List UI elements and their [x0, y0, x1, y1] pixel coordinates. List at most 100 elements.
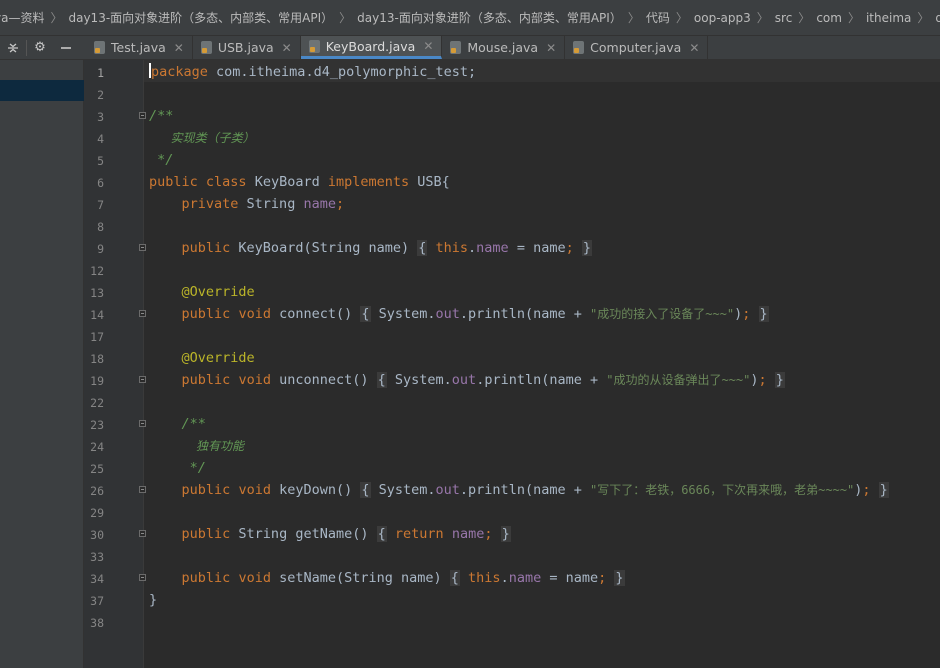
fold-marker-icon[interactable]	[139, 574, 146, 581]
code-token: ;	[484, 526, 493, 542]
code-token: {	[376, 372, 387, 388]
java-file-icon	[94, 41, 105, 54]
line-number: 17	[90, 330, 104, 344]
gear-icon[interactable]: ⚙	[27, 36, 53, 59]
tab-keyboard-java[interactable]: KeyBoard.java ✕	[300, 36, 443, 59]
code-token: {	[449, 570, 460, 586]
chevron-right-icon: 〉	[756, 11, 769, 25]
code-token: return	[394, 526, 444, 542]
code-token: public	[181, 306, 231, 322]
line-number: 2	[97, 88, 104, 102]
code-token: .	[468, 240, 477, 256]
fold-marker-icon[interactable]	[139, 244, 146, 251]
close-icon[interactable]: ✕	[423, 39, 433, 53]
breadcrumb-item[interactable]: src	[769, 11, 793, 25]
code-line[interactable]: public KeyBoard(String name) { this.name…	[149, 237, 593, 259]
code-token: KeyBoard(String name)	[230, 240, 418, 256]
code-line[interactable]: }	[149, 589, 157, 611]
code-token: )	[734, 306, 743, 322]
minimize-icon[interactable]	[53, 36, 79, 59]
fold-marker-icon[interactable]	[139, 530, 146, 537]
fold-marker-icon[interactable]	[139, 486, 146, 493]
breadcrumb-item[interactable]: d4_polymor	[929, 11, 940, 25]
code-token: String getName()	[230, 526, 377, 542]
code-token: /**	[181, 416, 206, 432]
code-line[interactable]: 实现类（子类）	[149, 127, 255, 149]
code-line[interactable]: 独有功能	[149, 435, 244, 457]
breadcrumb-item[interactable]: itheima	[860, 11, 911, 25]
code-token: {	[360, 306, 371, 322]
breadcrumb-item[interactable]: com	[810, 11, 842, 25]
tab-mouse-java[interactable]: Mouse.java ✕	[442, 36, 566, 59]
code-token: {	[360, 482, 371, 498]
code-line[interactable]: public void keyDown() { System.out.print…	[149, 479, 889, 501]
project-panel[interactable]	[0, 60, 84, 668]
chevron-right-icon: 〉	[675, 11, 688, 25]
code-token: name	[508, 570, 542, 586]
line-number: 38	[90, 616, 104, 630]
java-file-icon	[450, 41, 462, 54]
code-token: void	[238, 372, 271, 388]
project-toolbar: ⚙	[0, 36, 84, 59]
fold-marker-icon[interactable]	[139, 112, 146, 119]
code-line[interactable]: private String name;	[149, 193, 345, 215]
tab-test-java[interactable]: Test.java ✕	[86, 36, 193, 59]
code-token: name	[476, 240, 509, 256]
code-line[interactable]: public void connect() { System.out.print…	[149, 303, 769, 325]
line-number: 22	[90, 396, 104, 410]
breadcrumb-item[interactable]: day13-面向对象进阶（多态、内部类、常用API）	[351, 9, 622, 26]
code-line[interactable]: public class KeyBoard implements USB{	[149, 171, 450, 193]
code-line[interactable]: @Override	[149, 281, 255, 303]
code-token: this	[435, 240, 469, 256]
code-line[interactable]: public void unconnect() { System.out.pri…	[149, 369, 785, 391]
code-token: 实现类（子类）	[149, 131, 255, 145]
tab-computer-java[interactable]: Computer.java ✕	[565, 36, 709, 59]
line-number: 37	[90, 594, 104, 608]
selected-tree-item[interactable]	[0, 80, 84, 101]
line-number: 5	[97, 154, 104, 168]
code-line[interactable]: public String getName() { return name; }	[149, 523, 511, 545]
breadcrumb-item[interactable]: 代码	[640, 9, 670, 26]
code-line[interactable]: /**	[149, 413, 206, 435]
code-token: com.itheima.d4_polymorphic_test;	[207, 64, 477, 80]
fold-marker-icon[interactable]	[139, 310, 146, 317]
chevron-right-icon: 〉	[339, 11, 352, 25]
code-line[interactable]: /**	[149, 105, 173, 127]
close-icon[interactable]: ✕	[174, 41, 184, 55]
code-token: )	[750, 372, 759, 388]
breadcrumb-item[interactable]: va—资料	[0, 9, 44, 26]
chevron-right-icon: 〉	[917, 11, 930, 25]
code-line[interactable]: package com.itheima.d4_polymorphic_test;	[149, 61, 476, 83]
collapse-all-icon[interactable]	[0, 36, 26, 59]
tab-usb-java[interactable]: USB.java ✕	[193, 36, 301, 59]
code-token: public	[181, 570, 231, 586]
code-token: out	[435, 482, 460, 498]
close-icon[interactable]: ✕	[546, 41, 556, 55]
java-file-icon	[308, 39, 320, 53]
code-line[interactable]: public void setName(String name) { this.…	[149, 567, 625, 589]
line-number: 12	[90, 264, 104, 278]
code-token: name	[303, 196, 336, 212]
line-number: 19	[90, 374, 104, 388]
breadcrumb-item[interactable]: oop-app3	[688, 11, 751, 25]
breadcrumb-item[interactable]: day13-面向对象进阶（多态、内部类、常用API）	[62, 9, 333, 26]
java-file-icon	[573, 41, 585, 54]
code-line[interactable]: */	[149, 457, 206, 479]
code-line[interactable]: */	[149, 149, 173, 171]
code-token: @Override	[181, 350, 255, 366]
code-token: .	[500, 570, 509, 586]
line-number: 23	[90, 418, 104, 432]
fold-marker-icon[interactable]	[139, 420, 146, 427]
fold-marker-icon[interactable]	[139, 376, 146, 383]
code-token: System.	[370, 482, 436, 498]
line-number: 13	[90, 286, 104, 300]
close-icon[interactable]: ✕	[282, 41, 292, 55]
code-token: out	[451, 372, 477, 388]
code-token: public	[149, 174, 198, 190]
code-token: .println(name +	[459, 482, 590, 498]
close-icon[interactable]: ✕	[689, 41, 699, 55]
code-line[interactable]: @Override	[149, 347, 255, 369]
code-token: public	[181, 372, 231, 388]
code-token: void	[238, 306, 271, 322]
code-token: public	[181, 240, 231, 256]
